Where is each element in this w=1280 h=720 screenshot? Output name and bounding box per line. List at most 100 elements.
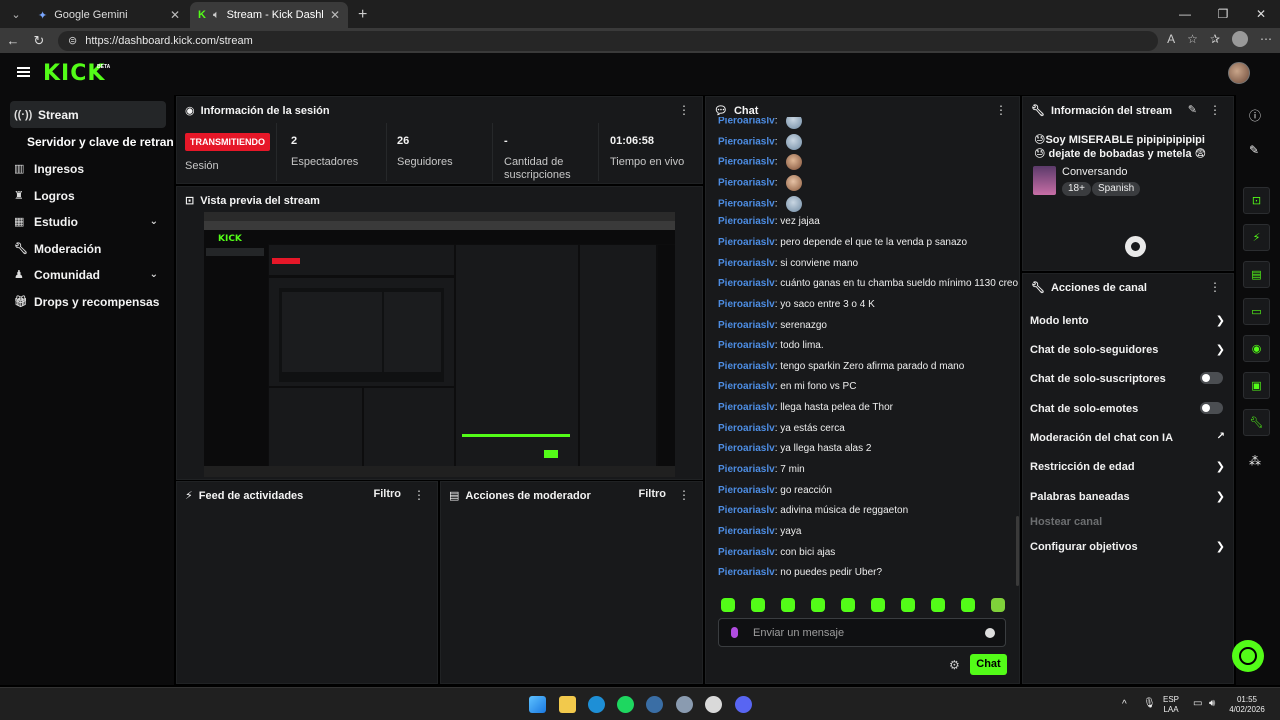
close-tab-icon[interactable]: ✕ (330, 8, 340, 22)
channel-action-item[interactable]: Moderación del chat con IA ↗ (1030, 431, 1225, 444)
edge-browser-icon[interactable] (588, 696, 605, 713)
panel-menu-icon[interactable]: ⋮ (678, 488, 690, 502)
toggle-switch[interactable] (1200, 372, 1223, 384)
settings-icon[interactable] (676, 696, 693, 713)
back-icon[interactable]: ← (0, 33, 26, 48)
chat-username[interactable]: Pieroariaslv (718, 381, 775, 392)
chat-username[interactable]: Pieroariaslv (718, 178, 775, 189)
quick-emote-icon[interactable] (961, 598, 975, 612)
favorite-star-icon[interactable]: ☆ (1187, 32, 1198, 46)
clock[interactable]: 01:55 4/02/2026 (1228, 695, 1266, 715)
refresh-icon[interactable]: ↻ (26, 33, 52, 49)
quick-emote-icon[interactable] (931, 598, 945, 612)
chat-username[interactable]: Pieroariaslv (718, 237, 775, 248)
chat-username[interactable]: Pieroariaslv (718, 198, 775, 209)
category-name[interactable]: Conversando (1062, 166, 1127, 178)
obs-icon[interactable] (705, 696, 722, 713)
channel-action-item[interactable]: Modo lento ❯ (1030, 315, 1225, 327)
channel-action-item[interactable]: Chat de solo-seguidores ❯ (1030, 344, 1225, 356)
toggle-switch[interactable] (1200, 402, 1223, 414)
info-icon[interactable]: ⓘ (1249, 107, 1261, 124)
rail-chat-icon[interactable]: ▭ (1243, 298, 1270, 325)
emoji-picker-icon[interactable] (985, 628, 995, 638)
chat-settings-gear-icon[interactable]: ⚙ (949, 658, 960, 672)
rail-document-icon[interactable]: ▤ (1243, 261, 1270, 288)
rail-preview-icon[interactable]: ⊡ (1243, 187, 1270, 214)
tab-kick-dashboard[interactable]: K 🔈︎ Stream - Kick Dashboard ✕ (190, 2, 348, 28)
favorites-icon[interactable]: ✰ (1210, 32, 1220, 46)
quick-emote-icon[interactable] (991, 598, 1005, 612)
steam-icon[interactable] (1125, 236, 1146, 257)
minimize-icon[interactable]: — (1166, 0, 1204, 28)
chat-username[interactable]: Pieroariaslv (718, 361, 775, 372)
channel-action-item[interactable]: Chat de solo-emotes (1030, 402, 1225, 415)
panel-menu-icon[interactable]: ⋮ (1209, 280, 1221, 294)
quick-emote-icon[interactable] (811, 598, 825, 612)
tab-gemini[interactable]: ✦ Google Gemini ✕ (30, 2, 188, 28)
windows-start-icon[interactable] (529, 696, 546, 713)
chat-scrollbar[interactable] (1016, 516, 1019, 586)
chat-username[interactable]: Pieroariaslv (718, 340, 775, 351)
chat-username[interactable]: Pieroariaslv (718, 320, 775, 331)
chat-username[interactable]: Pieroariaslv (718, 157, 775, 168)
filter-button[interactable]: Filtro (374, 488, 402, 500)
panel-menu-icon[interactable]: ⋮ (413, 488, 425, 502)
close-tab-icon[interactable]: ✕ (170, 8, 180, 22)
chat-username[interactable]: Pieroariaslv (718, 485, 775, 496)
rail-layout-icon[interactable]: ▣ (1243, 372, 1270, 399)
quick-emote-icon[interactable] (841, 598, 855, 612)
user-avatar[interactable] (1228, 62, 1250, 84)
channel-action-item[interactable]: Configurar objetivos ❯ (1030, 541, 1225, 553)
tray-overflow-icon[interactable]: ^ (1122, 700, 1127, 710)
channel-action-item[interactable]: Restricción de edad ❯ (1030, 461, 1225, 473)
network-icon[interactable]: ▭ (1193, 699, 1202, 709)
chat-username[interactable]: Pieroariaslv (718, 117, 775, 127)
more-icon[interactable]: ⋯ (1260, 32, 1272, 46)
language-indicator[interactable]: ESP LAA (1163, 695, 1179, 715)
sidebar-item-stream[interactable]: ((·)) Stream (10, 101, 166, 128)
hamburger-menu-icon[interactable] (17, 67, 30, 77)
steam-taskbar-icon[interactable] (646, 696, 663, 713)
rail-wrench-icon[interactable]: 🔧︎ (1243, 409, 1270, 436)
chat-input[interactable]: Enviar un mensaje (718, 618, 1006, 647)
discord-icon[interactable] (735, 696, 752, 713)
quick-emote-icon[interactable] (721, 598, 735, 612)
panel-menu-icon[interactable]: ⋮ (995, 103, 1007, 117)
edit-pencil-icon[interactable]: ✎ (1249, 143, 1259, 157)
panel-menu-icon[interactable]: ⋮ (1209, 103, 1221, 117)
url-field[interactable]: ⊜ https://dashboard.kick.com/stream (58, 30, 1158, 51)
restore-icon[interactable]: ❐ (1204, 0, 1242, 28)
rail-activity-bolt-icon[interactable]: ⚡︎ (1243, 224, 1270, 251)
chat-username[interactable]: Pieroariaslv (718, 526, 775, 537)
stream-preview-video[interactable]: KICK (204, 212, 675, 477)
chat-username[interactable]: Pieroariaslv (718, 258, 775, 269)
volume-icon[interactable]: 🔊︎ (1209, 699, 1215, 709)
channel-action-item[interactable]: Chat de solo-suscriptores (1030, 372, 1225, 385)
file-explorer-icon[interactable] (559, 696, 576, 713)
rail-broadcast-icon[interactable]: ◉ (1243, 335, 1270, 362)
quick-emote-icon[interactable] (901, 598, 915, 612)
microphone-icon[interactable] (731, 627, 738, 638)
chat-username[interactable]: Pieroariaslv (718, 278, 775, 289)
close-window-icon[interactable]: ✕ (1242, 0, 1280, 28)
sidebar-item-drops[interactable]: 🎁︎ Drops y recompensas (10, 288, 166, 315)
sidebar-item-comunidad[interactable]: ♟ Comunidad ⌄ (10, 261, 166, 288)
chat-username[interactable]: Pieroariaslv (718, 402, 775, 413)
microphone-tray-icon[interactable]: 🎙︎ (1143, 699, 1156, 709)
new-tab-icon[interactable]: + (350, 6, 375, 28)
support-chat-fab[interactable] (1232, 640, 1264, 672)
chat-username[interactable]: Pieroariaslv (718, 136, 775, 147)
sidebar-item-moderacion[interactable]: 🔧︎ Moderación (10, 235, 166, 262)
channel-action-item[interactable]: Palabras baneadas ❯ (1030, 491, 1225, 503)
sidebar-item-server-key[interactable]: Servidor y clave de retransmisión (27, 135, 174, 149)
chat-username[interactable]: Pieroariaslv (718, 299, 775, 310)
mute-tab-icon[interactable]: 🔈︎ (213, 9, 220, 22)
edit-pencil-icon[interactable]: ✎ (1188, 103, 1197, 116)
spotify-icon[interactable] (617, 696, 634, 713)
profile-icon[interactable] (1232, 31, 1248, 47)
chat-username[interactable]: Pieroariaslv (718, 567, 775, 578)
sidebar-item-ingresos[interactable]: ▥ Ingresos (10, 155, 166, 182)
chat-username[interactable]: Pieroariaslv (718, 423, 775, 434)
quick-emote-icon[interactable] (781, 598, 795, 612)
rail-extensions-icon[interactable]: ⁂ (1249, 454, 1261, 468)
